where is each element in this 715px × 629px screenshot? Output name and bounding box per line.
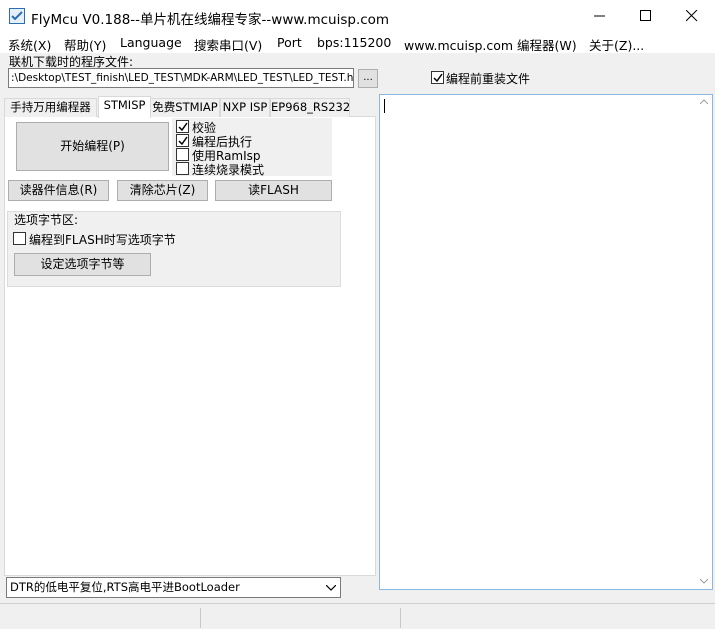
dropdown-arrow[interactable] bbox=[323, 579, 339, 596]
maximize-button[interactable] bbox=[623, 0, 669, 31]
option-bytes-title: 选项字节区: bbox=[14, 213, 79, 227]
window-title: FlyMcu V0.188--单片机在线编程专家--www.mcuisp.com bbox=[31, 12, 390, 28]
write-option-bytes-checkbox[interactable] bbox=[13, 232, 26, 245]
text-caret bbox=[384, 99, 385, 113]
start-programming-button[interactable]: 开始编程(P) bbox=[16, 122, 169, 171]
tab-handheld[interactable]: 手持万用编程器 bbox=[4, 98, 97, 117]
tab-stmisp[interactable]: STMISP bbox=[98, 96, 151, 118]
tab-nxp-isp[interactable]: NXP ISP bbox=[220, 98, 270, 117]
scroll-down-icon[interactable] bbox=[700, 579, 708, 584]
browse-button[interactable]: ... bbox=[358, 69, 378, 88]
scroll-up-icon[interactable] bbox=[700, 99, 708, 104]
file-path-input[interactable]: :\Desktop\TEST_finish\LED_TEST\MDK-ARM\L… bbox=[8, 68, 354, 88]
menu-programmer[interactable]: www.mcuisp.com 编程器(W) bbox=[404, 35, 577, 54]
reset-mode-value: DTR的低电平复位,RTS高电平进BootLoader bbox=[10, 580, 240, 594]
close-icon bbox=[686, 10, 698, 22]
minimize-icon bbox=[594, 15, 605, 17]
status-separator bbox=[200, 608, 201, 628]
menu-about[interactable]: 关于(Z)... bbox=[589, 35, 644, 54]
check-icon bbox=[433, 73, 443, 83]
set-option-bytes-button[interactable]: 设定选项字节等 bbox=[14, 253, 151, 276]
close-button[interactable] bbox=[669, 0, 715, 31]
menu-help[interactable]: 帮助(Y) bbox=[64, 35, 106, 54]
status-bar bbox=[0, 603, 715, 629]
title-bar: FlyMcu V0.188--单片机在线编程专家--www.mcuisp.com bbox=[0, 0, 715, 32]
menu-port[interactable]: Port bbox=[277, 35, 302, 50]
continuous-checkbox[interactable] bbox=[176, 162, 189, 175]
ramisp-checkbox[interactable] bbox=[176, 148, 189, 161]
read-info-button[interactable]: 读器件信息(R) bbox=[8, 180, 109, 201]
erase-chip-button[interactable]: 清除芯片(Z) bbox=[117, 180, 208, 201]
reset-mode-select[interactable]: DTR的低电平复位,RTS高电平进BootLoader bbox=[6, 577, 341, 598]
menu-language[interactable]: Language bbox=[120, 35, 182, 50]
tab-stmiap[interactable]: 免费STMIAP bbox=[150, 98, 220, 117]
chevron-down-icon bbox=[326, 585, 336, 591]
minimize-button[interactable] bbox=[577, 0, 623, 31]
menu-search-port[interactable]: 搜索串口(V) bbox=[194, 35, 262, 54]
reload-checkbox[interactable] bbox=[431, 71, 444, 84]
read-flash-button[interactable]: 读FLASH bbox=[215, 180, 332, 201]
verify-checkbox[interactable] bbox=[176, 120, 189, 133]
app-icon bbox=[9, 8, 25, 24]
check-icon bbox=[178, 136, 188, 146]
status-separator bbox=[400, 608, 401, 628]
menu-bar: 系统(X) 帮助(Y) Language 搜索串口(V) Port bps:11… bbox=[0, 32, 715, 53]
tab-ep968[interactable]: EP968_RS232 bbox=[270, 98, 350, 117]
menu-system[interactable]: 系统(X) bbox=[8, 35, 51, 54]
reload-label: 编程前重装文件 bbox=[446, 72, 531, 86]
write-option-bytes-label: 编程到FLASH时写选项字节 bbox=[29, 233, 176, 247]
run-after-checkbox[interactable] bbox=[176, 134, 189, 147]
check-icon bbox=[178, 122, 188, 132]
continuous-label: 连续烧录模式 bbox=[192, 163, 265, 177]
output-log[interactable] bbox=[379, 94, 713, 590]
maximize-icon bbox=[640, 10, 651, 21]
menu-baudrate[interactable]: bps:115200 bbox=[317, 35, 391, 50]
